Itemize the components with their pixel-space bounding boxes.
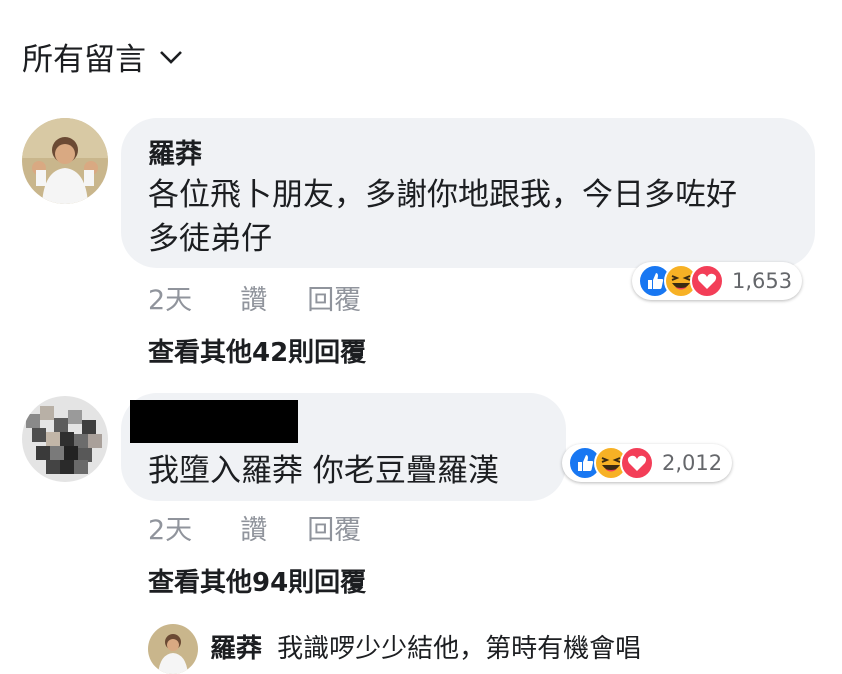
redacted-author-name <box>130 400 298 443</box>
reply-button[interactable]: 回覆 <box>307 508 361 547</box>
love-reaction-icon <box>690 264 724 298</box>
reaction-count: 2,012 <box>662 451 723 475</box>
comment-text: 我墮入羅莽 你老豆疊羅漢 <box>148 453 499 489</box>
comment-author[interactable]: 羅莽 <box>210 634 262 664</box>
view-more-replies-link[interactable]: 查看其他94則回覆 <box>148 562 366 599</box>
comment-actions: 2天 讚 回覆 <box>148 508 409 547</box>
love-reaction-icon <box>620 446 654 480</box>
avatar[interactable] <box>22 118 108 204</box>
reaction-summary[interactable]: 1,653 <box>632 262 803 300</box>
comment-text: 各位飛卜朋友，多謝你地跟我，今日多咗好 <box>148 177 737 213</box>
reply-button[interactable]: 回覆 <box>307 278 361 317</box>
reaction-summary[interactable]: 2,012 <box>562 444 733 482</box>
avatar[interactable] <box>22 396 108 482</box>
partial-reply: 羅莽 我識啰少少結他，第時有機會唱 <box>210 628 641 665</box>
comment-text: 多徒弟仔 <box>148 221 272 257</box>
comment-timestamp[interactable]: 2天 <box>148 508 192 547</box>
comment-actions: 2天 讚 回覆 <box>148 278 409 317</box>
like-button[interactable]: 讚 <box>240 278 267 317</box>
view-more-replies-link[interactable]: 查看其他42則回覆 <box>148 332 366 369</box>
comment-filter-label: 所有留言 <box>22 42 146 78</box>
chevron-down-icon <box>160 50 182 64</box>
reaction-count: 1,653 <box>732 269 793 293</box>
comment-text: 我識啰少少結他，第時有機會唱 <box>277 634 642 664</box>
comment-timestamp[interactable]: 2天 <box>148 278 192 317</box>
comment-author[interactable]: 羅莽 <box>148 132 202 171</box>
avatar[interactable] <box>148 624 198 674</box>
like-button[interactable]: 讚 <box>240 508 267 547</box>
comment-filter-dropdown[interactable]: 所有留言 <box>22 34 184 79</box>
